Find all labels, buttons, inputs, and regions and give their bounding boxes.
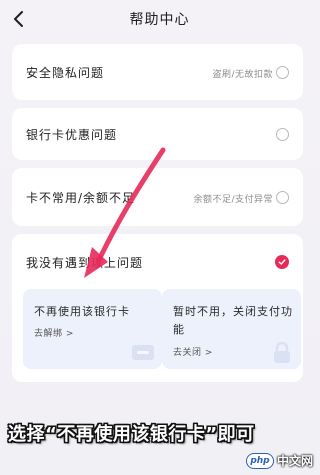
radio-unchecked[interactable] [276,66,289,79]
reason-label: 我没有遇到以上问题 [26,256,144,270]
watermark-badge: php [245,452,274,469]
watermark: php 中文网 [245,452,313,469]
radio-unchecked[interactable] [276,128,289,141]
option-disable-payment[interactable]: 暂时不用，关闭支付功能 去关闭 > [162,289,301,369]
option-title: 暂时不用，关闭支付功能 [173,305,293,336]
disable-link[interactable]: 去关闭 > [173,345,213,358]
reason-label: 卡不常用/余额不足 [26,191,136,205]
help-center-page: 帮助中心 安全隐私问题 盗刷/无故扣款 银行卡优惠问题 卡不常用/余额不足 余额… [0,0,319,475]
reason-hint: 余额不足/支付异常 [193,195,273,205]
card-deco-icon [132,345,154,360]
reason-row-insufficient[interactable]: 卡不常用/余额不足 余额不足/支付异常 [12,168,303,226]
header: 帮助中心 [0,0,319,44]
option-unbind-card[interactable]: 不再使用该银行卡 去解绑 > [23,289,162,369]
unbind-link[interactable]: 去解绑 > [34,326,74,339]
check-icon [278,259,286,265]
reason-hint: 盗刷/无故扣款 [212,70,273,80]
watermark-text: 中文网 [276,454,313,468]
page-title: 帮助中心 [129,12,190,28]
lock-deco-icon [274,341,290,363]
reason-row-none-selected[interactable]: 我没有遇到以上问题 不再使用该银行卡 去解绑 > 暂时不用，关闭支付功能 去关闭… [12,234,303,382]
reason-label: 银行卡优惠问题 [26,128,118,142]
reason-row-security[interactable]: 安全隐私问题 盗刷/无故扣款 [12,44,303,100]
reason-row-discount[interactable]: 银行卡优惠问题 [12,108,303,160]
radio-checked[interactable] [275,255,289,269]
reason-label: 安全隐私问题 [26,66,105,80]
tutorial-caption: 选择“不再使用该银行卡”即可 [8,424,255,445]
option-title: 不再使用该银行卡 [34,305,130,318]
radio-unchecked[interactable] [276,191,289,204]
watermark-badge-text: php [250,455,270,466]
